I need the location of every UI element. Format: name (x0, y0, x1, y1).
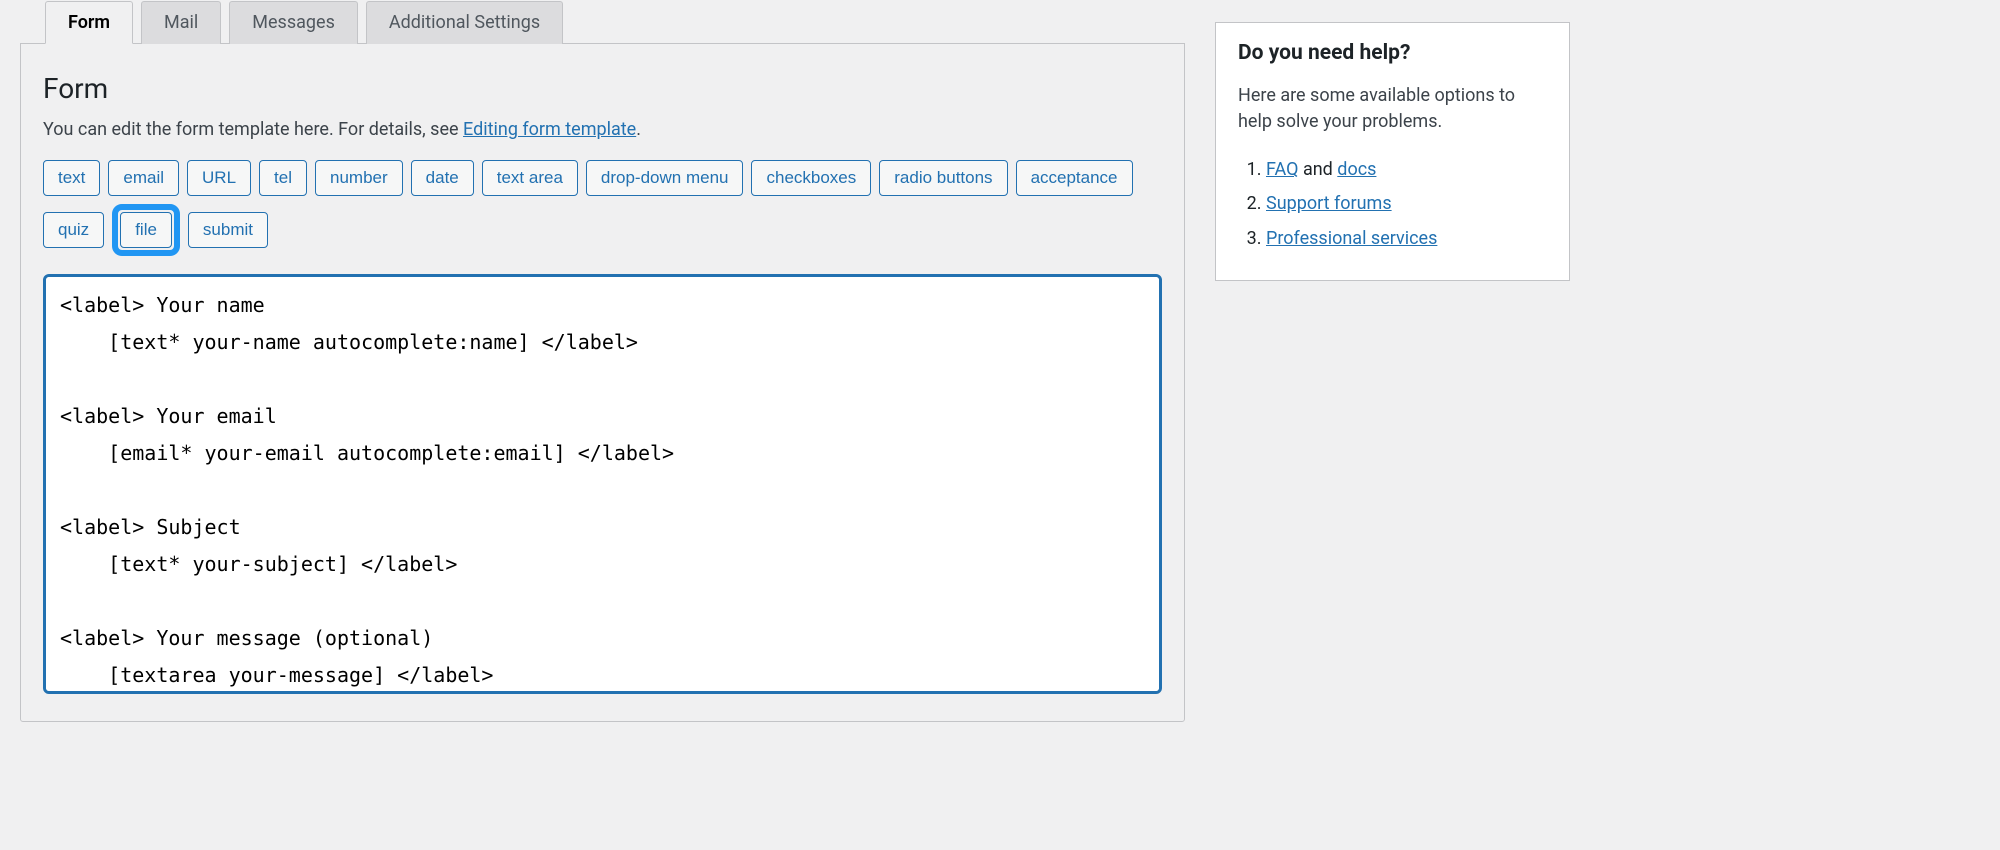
desc-text: You can edit the form template here. For… (43, 119, 463, 140)
tab-bar: FormMailMessagesAdditional Settings (45, 0, 1185, 43)
tag-URL-button[interactable]: URL (187, 160, 251, 196)
help-intro: Here are some available options to help … (1238, 83, 1547, 135)
sidebar: Do you need help? Here are some availabl… (1215, 0, 1570, 722)
help-item: Professional services (1266, 222, 1547, 256)
help-link[interactable]: docs (1337, 159, 1376, 180)
desc-suffix: . (636, 119, 641, 140)
help-link[interactable]: Professional services (1266, 228, 1437, 249)
tag-email-button[interactable]: email (108, 160, 179, 196)
tab-additional-settings[interactable]: Additional Settings (366, 1, 563, 44)
tag-radio-buttons-button[interactable]: radio buttons (879, 160, 1007, 196)
tag-text-area-button[interactable]: text area (482, 160, 578, 196)
tag-number-button[interactable]: number (315, 160, 403, 196)
tab-mail[interactable]: Mail (141, 1, 221, 44)
help-title: Do you need help? (1238, 41, 1547, 65)
form-template-textarea[interactable] (43, 274, 1162, 694)
panel-heading: Form (43, 72, 1162, 105)
tag-tel-button[interactable]: tel (259, 160, 307, 196)
tag-text-button[interactable]: text (43, 160, 100, 196)
tag-date-button[interactable]: date (411, 160, 474, 196)
help-item: FAQ and docs (1266, 153, 1547, 187)
editing-template-link[interactable]: Editing form template (463, 119, 636, 140)
file-button-highlight: file (112, 204, 180, 256)
tab-messages[interactable]: Messages (229, 1, 358, 44)
main-panel: FormMailMessagesAdditional Settings Form… (20, 0, 1185, 722)
tag-drop-down-menu-button[interactable]: drop-down menu (586, 160, 744, 196)
tag-generator-bar: textemailURLtelnumberdatetext areadrop-d… (43, 160, 1162, 256)
form-panel: Form You can edit the form template here… (20, 43, 1185, 722)
help-box: Do you need help? Here are some availabl… (1215, 22, 1570, 281)
help-item: Support forums (1266, 187, 1547, 221)
help-link[interactable]: FAQ (1266, 159, 1298, 180)
help-list: FAQ and docs Support forums Professional s… (1238, 153, 1547, 256)
tag-quiz-button[interactable]: quiz (43, 212, 104, 248)
tag-acceptance-button[interactable]: acceptance (1016, 160, 1133, 196)
panel-description: You can edit the form template here. For… (43, 119, 1162, 140)
tab-form[interactable]: Form (45, 1, 133, 44)
help-link[interactable]: Support forums (1266, 193, 1392, 214)
tag-checkboxes-button[interactable]: checkboxes (751, 160, 871, 196)
tag-file-button[interactable]: file (120, 212, 172, 248)
tag-submit-button[interactable]: submit (188, 212, 268, 248)
